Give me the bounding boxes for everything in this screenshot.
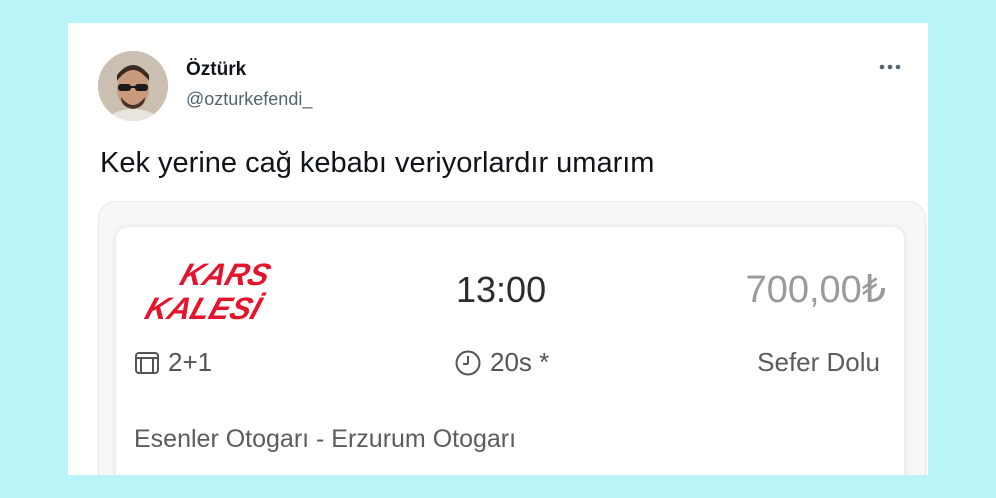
departure-time: 13:00 xyxy=(456,269,547,310)
avatar-image xyxy=(98,51,168,121)
route-text: Esenler Otogarı - Erzurum Otogarı xyxy=(134,425,517,453)
company-logo: KARS KALESİ xyxy=(140,255,352,326)
user-handle[interactable]: @ozturkefendi_ xyxy=(186,89,312,110)
logo-line-2: KALESİ xyxy=(141,291,268,325)
duration-value: 20s * xyxy=(490,347,550,377)
seat-layout-value: 2+1 xyxy=(168,347,213,377)
avatar[interactable] xyxy=(98,51,168,121)
bus-ticket-card[interactable]: KARS KALESİ 13:00 700,00₺ 2+1 20s * Sefe… xyxy=(116,227,904,475)
tweet-card: Öztürk @ozturkefendi_ Kek yerine cağ keb… xyxy=(68,23,928,475)
display-name[interactable]: Öztürk xyxy=(186,59,246,81)
seat-icon xyxy=(135,351,159,374)
clock-icon xyxy=(455,350,481,375)
trip-status: Sefer Dolu xyxy=(757,347,880,377)
ticket-price: 700,00₺ xyxy=(745,269,886,311)
more-horizontal-icon[interactable] xyxy=(870,53,910,81)
tweet-text: Kek yerine cağ kebabı veriyorlardır umar… xyxy=(100,147,655,179)
logo-line-1: KARS xyxy=(176,257,275,292)
trip-duration: 20s * xyxy=(454,347,549,378)
seat-layout: 2+1 xyxy=(134,347,212,378)
